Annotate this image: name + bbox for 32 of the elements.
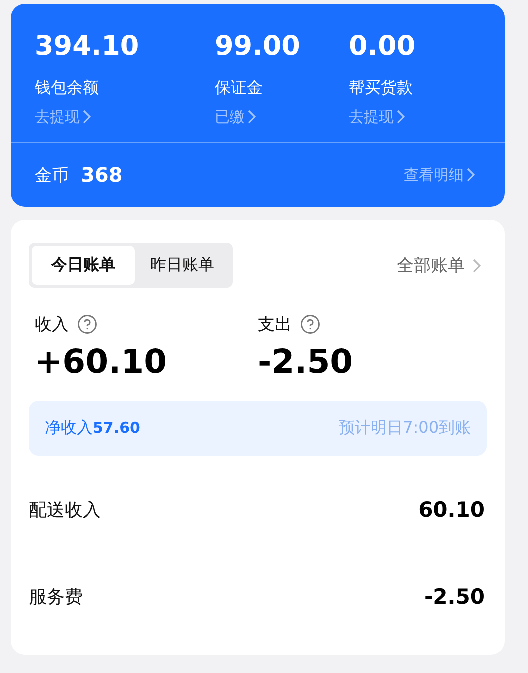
item-amount: 60.10	[418, 498, 485, 522]
balance-amount: 99.00	[215, 30, 300, 64]
balance-label: 钱包余额	[35, 77, 99, 99]
summary-amount: +60.10	[35, 342, 168, 381]
chevron-icon	[248, 110, 256, 124]
summary-amount: -2.50	[258, 342, 354, 381]
item-amount: -2.50	[424, 584, 485, 608]
summary-label: 支出	[258, 314, 292, 336]
all-bills-link[interactable]: 全部账单	[397, 254, 481, 276]
chevron-icon	[467, 168, 475, 182]
balance-label: 保证金	[215, 77, 263, 99]
arrival-note: 预计明日7:00到账	[339, 418, 471, 439]
detail-link[interactable]: 查看明细	[404, 164, 475, 186]
help-icon[interactable]	[77, 314, 98, 335]
net-income: 净收入57.60	[45, 418, 140, 439]
coin-label: 金币	[35, 164, 69, 186]
balance-link[interactable]: 已缴	[215, 106, 256, 128]
chevron-icon	[397, 110, 405, 124]
item-label: 服务费	[29, 586, 83, 608]
bill-tab[interactable]: 昨日账单	[135, 246, 230, 285]
item-label: 配送收入	[29, 498, 101, 522]
chevron-icon	[473, 258, 481, 272]
balance-link[interactable]: 去提现	[35, 106, 91, 128]
bill-tab[interactable]: 今日账单	[32, 246, 135, 285]
help-icon[interactable]	[300, 314, 321, 335]
coin-value: 368	[81, 163, 123, 187]
chevron-icon	[83, 110, 91, 124]
balance-link[interactable]: 去提现	[349, 106, 405, 128]
balance-amount: 0.00	[349, 30, 416, 64]
balance-amount: 394.10	[35, 30, 140, 64]
balance-label: 帮买货款	[349, 77, 413, 99]
summary-label: 收入	[35, 314, 69, 336]
